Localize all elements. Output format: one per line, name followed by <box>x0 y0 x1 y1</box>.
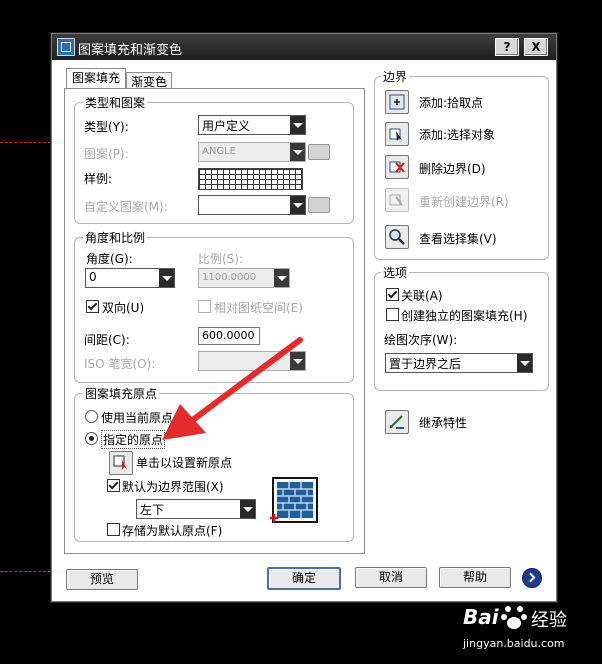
view-selections-label[interactable]: 查看选择集(V) <box>419 230 497 247</box>
view-selections-button[interactable] <box>385 225 409 249</box>
add-pick-points-icon <box>389 94 405 110</box>
add-select-objects-button[interactable] <box>385 122 409 146</box>
type-select-value: 用户定义 <box>202 119 251 133</box>
remove-boundaries-label[interactable]: 删除边界(D) <box>419 160 486 177</box>
add-pick-points-button[interactable] <box>385 90 409 114</box>
draw-order-label: 绘图次序(W): <box>384 333 458 347</box>
store-default-checkbox[interactable] <box>107 523 120 536</box>
add-select-objects-label[interactable]: 添加:选择对象 <box>419 126 495 143</box>
more-options-icon[interactable] <box>522 568 542 588</box>
set-origin-label: 单击以设置新原点 <box>136 456 233 470</box>
independent-hatch-checkbox[interactable] <box>386 308 399 321</box>
associative-checkbox[interactable] <box>386 288 399 301</box>
custom-browse-button <box>308 197 330 213</box>
chevron-down-icon <box>290 196 305 214</box>
draw-order-value: 置于边界之后 <box>389 357 462 371</box>
independent-hatch-label: 创建独立的图案填充(H) <box>401 309 528 323</box>
inherit-properties-label[interactable]: 继承特性 <box>419 414 467 431</box>
pattern-label: 图案(P): <box>84 147 129 161</box>
watermark-url: jingyan.baidu.com <box>463 637 565 650</box>
remove-boundaries-button[interactable] <box>385 155 409 179</box>
angle-label: 角度(G): <box>86 252 133 266</box>
inherit-properties-button[interactable] <box>385 410 409 434</box>
remove-boundaries-icon <box>389 161 405 173</box>
iso-pen-width-label: ISO 笔宽(O): <box>84 357 156 371</box>
type-label: 类型(Y): <box>84 120 129 134</box>
double-checkbox[interactable] <box>86 300 99 313</box>
scale-select: 1100.0000 <box>198 268 290 288</box>
paw-logo <box>501 606 527 629</box>
extents-position-value: 左下 <box>140 503 165 517</box>
add-select-objects-icon <box>389 128 402 141</box>
hatch-origin-title: 图案填充原点 <box>83 385 160 402</box>
title-bar[interactable]: 图案填充和渐变色 ? X <box>52 34 556 60</box>
swatch-label: 样例: <box>84 172 113 186</box>
relative-paper-label: 相对图纸空间(E) <box>214 301 303 315</box>
double-label: 双向(U) <box>102 301 145 315</box>
boundaries-title: 边界 <box>381 68 410 85</box>
dialog-title: 图案填充和渐变色 <box>78 43 183 58</box>
chevron-down-icon <box>240 500 255 518</box>
type-pattern-title: 类型和图案 <box>83 94 148 111</box>
relative-paper-checkbox <box>198 300 211 313</box>
autocad-app-icon <box>57 38 75 56</box>
cancel-button[interactable]: 取消 <box>355 567 427 588</box>
canvas-red-line-top <box>0 142 51 143</box>
type-select[interactable]: 用户定义 <box>198 115 306 135</box>
recreate-boundary-button <box>385 188 409 212</box>
brick-origin-preview-icon <box>270 477 318 523</box>
hatch-swatch[interactable] <box>198 168 303 190</box>
angle-scale-title: 角度和比例 <box>83 229 148 246</box>
default-extents-checkbox[interactable] <box>107 479 120 492</box>
pick-origin-icon <box>113 455 127 470</box>
inherit-properties-icon <box>389 415 404 429</box>
default-extents-label: 默认为边界范围(X) <box>122 480 224 494</box>
annotation-arrow <box>162 337 303 440</box>
magnifier-icon <box>389 229 405 245</box>
set-origin-button[interactable] <box>109 451 133 475</box>
hatch-gradient-dialog: 图案填充和渐变色 ? X 图案填充 渐变色 类型和图案 类型(Y): 用户定义 … <box>51 33 557 602</box>
baidu-watermark: Bai 经验 jingyan.baidu.com <box>463 603 598 661</box>
specified-origin-radio[interactable] <box>85 432 98 445</box>
scale-label: 比例(S): <box>198 252 244 266</box>
chevron-down-icon <box>290 116 305 134</box>
chevron-down-icon <box>517 354 532 372</box>
angle-value: 0 <box>89 270 97 284</box>
pattern-select: ANGLE <box>198 142 306 162</box>
canvas-red-line-bottom <box>0 571 51 572</box>
add-pick-points-label[interactable]: 添加:拾取点 <box>419 94 483 111</box>
chevron-down-icon <box>290 143 305 161</box>
pattern-browse-button <box>308 144 330 160</box>
custom-pattern-label: 自定义图案(M): <box>84 200 168 214</box>
use-current-origin-radio[interactable] <box>85 410 98 423</box>
scale-value: 1100.0000 <box>202 272 257 283</box>
recreate-boundary-icon <box>389 194 403 206</box>
help-title-button[interactable]: ? <box>495 38 519 56</box>
ok-button[interactable]: 确定 <box>267 567 341 590</box>
chevron-down-icon <box>159 269 174 287</box>
draw-order-select[interactable]: 置于边界之后 <box>385 353 533 373</box>
recreate-boundary-label: 重新创建边界(R) <box>419 195 509 209</box>
pattern-select-value: ANGLE <box>202 146 236 157</box>
tab-hatch[interactable]: 图案填充 <box>66 68 126 89</box>
extents-position-select[interactable]: 左下 <box>136 499 256 519</box>
watermark-brand-suffix: 经验 <box>531 610 567 631</box>
angle-select[interactable]: 0 <box>85 268 175 288</box>
close-title-button[interactable]: X <box>524 38 548 56</box>
associative-label: 关联(A) <box>401 289 443 303</box>
help-button[interactable]: 帮助 <box>439 567 511 588</box>
custom-pattern-select <box>198 195 306 215</box>
preview-button[interactable]: 预览 <box>66 569 138 590</box>
watermark-brand: Bai <box>463 605 499 629</box>
options-title: 选项 <box>381 264 410 281</box>
chevron-down-icon <box>274 269 289 287</box>
spacing-label: 间距(C): <box>84 333 130 347</box>
store-default-label: 存储为默认原点(F) <box>122 524 223 538</box>
